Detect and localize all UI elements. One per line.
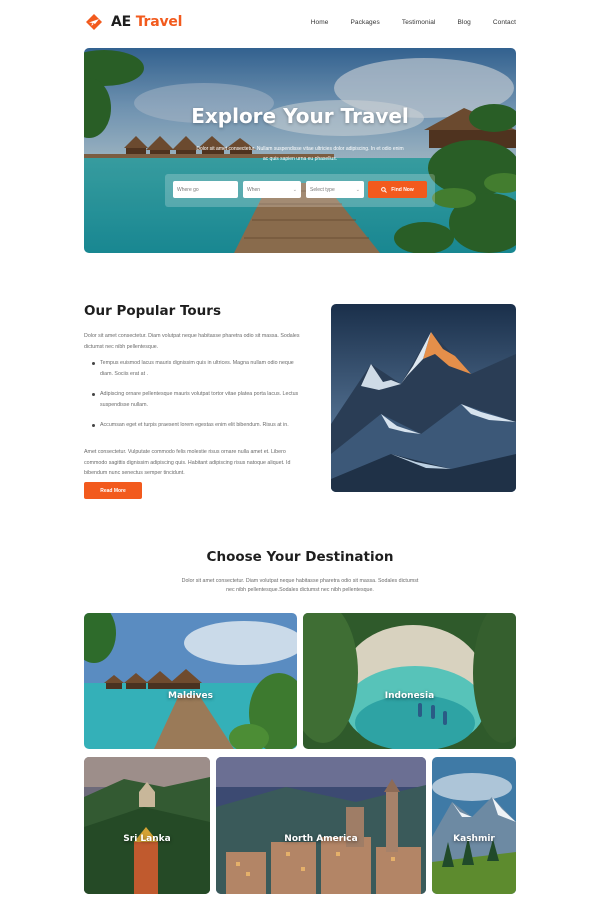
choose-destination-heading: Choose Your Destination: [206, 549, 394, 565]
north-america-image: [216, 757, 426, 894]
tours-intro-text: Dolor sit amet consectetur. Diam volutpa…: [84, 333, 300, 350]
nav-link-contact[interactable]: Contact: [493, 19, 516, 26]
brand-name: AE Travel: [111, 14, 183, 30]
hero-title: Explore Your Travel: [191, 104, 409, 128]
hero-subtitle: Dolor sit amet consectetur. Nullam suspe…: [196, 146, 404, 162]
list-item: Accumsan eget et turpis praesent lorem e…: [92, 420, 302, 431]
search-bar: Where go When ⌄ Select type ⌄ Find Now: [165, 174, 435, 207]
brand-logo[interactable]: AE Travel: [84, 12, 182, 32]
read-more-button[interactable]: Read More: [84, 482, 142, 499]
when-select[interactable]: When ⌄: [243, 181, 301, 198]
list-item: Adipiscing ornare pellentesque mauris vo…: [92, 389, 302, 410]
chevron-down-icon: ⌄: [355, 186, 360, 193]
popular-tours-heading: Our Popular Tours: [84, 303, 221, 319]
bullet-dot-icon: [92, 424, 95, 427]
where-go-input[interactable]: Where go: [173, 181, 238, 198]
list-item: Tempus euismod lacus mauris dignissim qu…: [92, 358, 302, 379]
hero-banner: Explore Your Travel Dolor sit amet conse…: [84, 48, 516, 253]
destination-card-kashmir[interactable]: Kashmir: [432, 757, 516, 894]
nav-menu: Home Packages Testimonial Blog Contact: [311, 19, 516, 26]
destination-card-indonesia[interactable]: Indonesia: [303, 613, 516, 749]
mountain-tour-image: [331, 304, 516, 492]
kashmir-image: [432, 757, 516, 894]
tours-outro-text: Amet consectetur. Vulputate commodo feli…: [84, 449, 291, 476]
plane-logo-icon: [86, 14, 102, 30]
nav-link-testimonial[interactable]: Testimonial: [402, 19, 436, 26]
bullet-dot-icon: [92, 362, 95, 365]
bullet-dot-icon: [92, 393, 95, 396]
destination-label: Indonesia: [384, 691, 435, 701]
search-icon: [381, 186, 388, 193]
destination-card-north-america[interactable]: North America: [216, 757, 426, 894]
type-select[interactable]: Select type ⌄: [306, 181, 364, 198]
destination-card-maldives[interactable]: Maldives: [84, 613, 297, 749]
destination-card-sri-lanka[interactable]: Sri Lanka: [84, 757, 210, 894]
nav-link-home[interactable]: Home: [311, 19, 329, 26]
sri-lanka-image: [84, 757, 210, 894]
top-navbar: AE Travel Home Packages Testimonial Blog…: [84, 10, 516, 34]
chevron-down-icon: ⌄: [292, 186, 297, 193]
nav-link-blog[interactable]: Blog: [457, 19, 470, 26]
destination-subtitle: Dolor sit amet consectetur. Diam volutpa…: [181, 578, 419, 593]
find-now-button[interactable]: Find Now: [368, 181, 427, 198]
destination-label: Kashmir: [453, 834, 495, 844]
nav-link-packages[interactable]: Packages: [350, 19, 379, 26]
destination-label: North America: [284, 834, 358, 844]
tours-bullet-list: Tempus euismod lacus mauris dignissim qu…: [92, 358, 302, 441]
indonesia-image: [303, 613, 516, 749]
destination-label: Sri Lanka: [123, 834, 171, 844]
maldives-image: [84, 613, 297, 749]
destination-label: Maldives: [168, 691, 213, 701]
